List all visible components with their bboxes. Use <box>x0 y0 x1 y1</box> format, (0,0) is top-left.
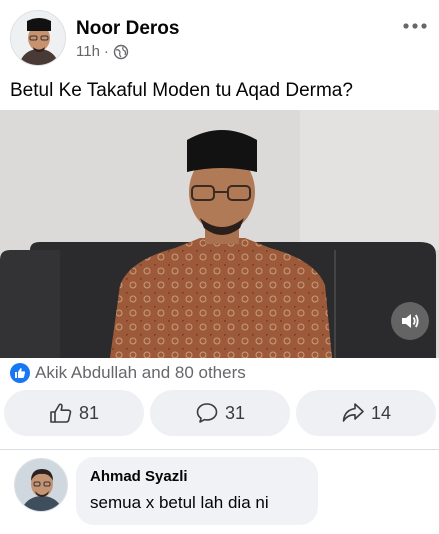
video-frame <box>0 110 439 358</box>
share-count: 14 <box>370 402 392 423</box>
share-icon <box>342 403 364 422</box>
post-actions: 81 31 14 <box>4 390 436 436</box>
thumbs-up-icon <box>50 403 72 423</box>
commenter-name[interactable]: Ahmad Syazli <box>90 468 304 485</box>
comment-bubble[interactable]: Ahmad Syazli semua x betul lah dia ni <box>76 457 318 525</box>
share-button[interactable]: 14 <box>296 390 436 436</box>
comment-button[interactable]: 31 <box>150 390 290 436</box>
more-horizontal-icon[interactable] <box>401 14 429 38</box>
like-reaction-icon <box>10 363 30 383</box>
comment-count: 31 <box>224 402 246 423</box>
post-meta: 11h · <box>76 43 129 60</box>
globe-icon <box>113 44 129 59</box>
commenter-avatar[interactable] <box>14 458 68 512</box>
post-time[interactable]: 11h <box>76 43 100 60</box>
post-header: Noor Deros 11h · <box>0 0 439 76</box>
comment-text: semua x betul lah dia ni <box>90 493 269 512</box>
reactions-text: Akik Abdullah and 80 others <box>35 363 246 382</box>
speaker-icon[interactable] <box>391 302 429 340</box>
reactions-summary[interactable]: Akik Abdullah and 80 others <box>10 362 246 384</box>
post-caption: Betul Ke Takaful Moden tu Aqad Derma? <box>10 80 353 101</box>
meta-separator: · <box>103 43 109 60</box>
author-name[interactable]: Noor Deros <box>76 18 179 40</box>
author-avatar[interactable] <box>10 10 66 66</box>
section-divider <box>0 449 439 450</box>
comment-icon <box>196 403 218 423</box>
like-button[interactable]: 81 <box>4 390 144 436</box>
like-count: 81 <box>78 402 100 423</box>
video-player[interactable] <box>0 110 439 358</box>
